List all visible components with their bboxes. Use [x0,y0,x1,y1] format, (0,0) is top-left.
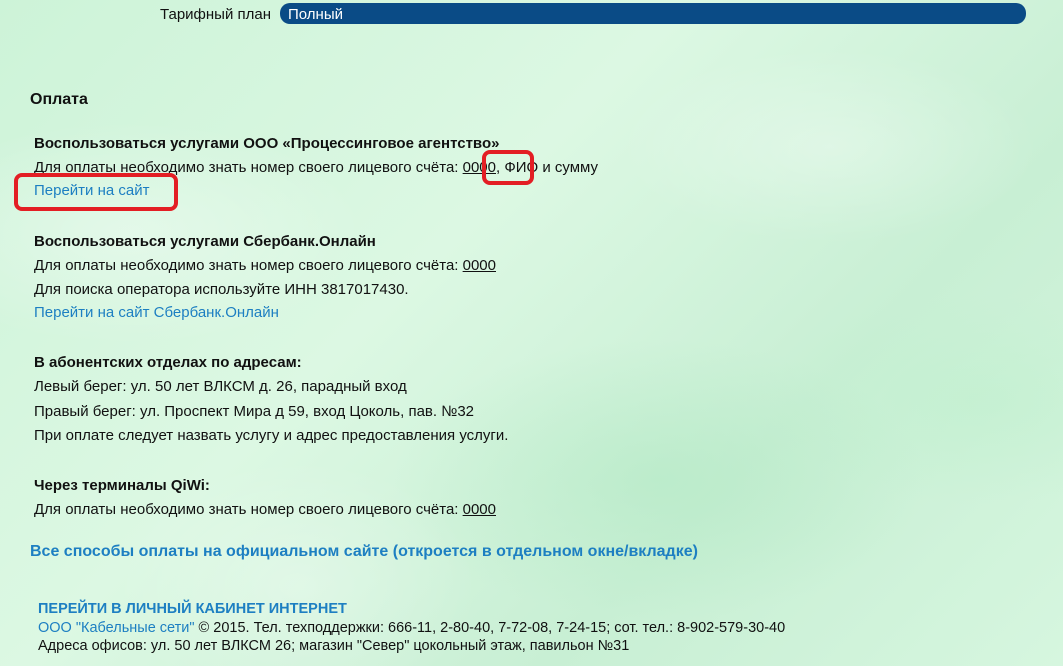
section-sberbank-title: Воспользоваться услугами Сбербанк.Онлайн [34,233,376,250]
section-processing-title: Воспользоваться услугами ООО «Процессинг… [34,135,500,152]
account-number: 0000 [462,501,496,518]
company-link[interactable]: ООО "Кабельные сети" [38,620,195,636]
footer-addresses: Адреса офисов: ул. 50 лет ВЛКСМ 26; мага… [38,638,630,654]
account-prompt: Для оплаты необходимо знать номер своего… [34,257,459,274]
all-payment-methods-link[interactable]: Все способы оплаты на официальном сайте … [30,543,698,561]
office-note: При оплате следует назвать услугу и адре… [34,427,509,444]
footer-contacts: ООО "Кабельные сети" © 2015. Тел. техпод… [38,620,785,636]
account-prompt: Для оплаты необходимо знать номер своего… [34,501,459,518]
section-qiwi-title: Через терминалы QiWi: [34,477,210,494]
footer-phones: © 2015. Тел. техподдержки: 666-11, 2-80-… [194,620,786,636]
office-right-bank: Правый берег: ул. Проспект Мира д 59, вх… [34,403,475,420]
sberbank-online-link[interactable]: Перейти на сайт Сбербанк.Онлайн [34,304,279,321]
highlight-link-box [14,173,178,211]
tariff-plan-field[interactable]: Полный [280,3,1026,24]
payment-heading: Оплата [30,91,88,108]
section-qiwi-text: Для оплаты необходимо знать номер своего… [34,501,496,518]
personal-cabinet-link[interactable]: ПЕРЕЙТИ В ЛИЧНЫЙ КАБИНЕТ ИНТЕРНЕТ [38,601,347,617]
tariff-plan-label: Тарифный план [160,6,272,23]
section-offices-title: В абонентских отделах по адресам: [34,354,302,371]
section-sberbank-text: Для оплаты необходимо знать номер своего… [34,257,496,274]
tariff-plan-value: Полный [288,6,343,23]
account-number: 0000 [462,257,496,274]
inn-hint: Для поиска оператора используйте ИНН 381… [34,281,409,298]
highlight-account-box [482,150,534,185]
office-left-bank: Левый берег: ул. 50 лет ВЛКСМ д. 26, пар… [34,378,407,395]
